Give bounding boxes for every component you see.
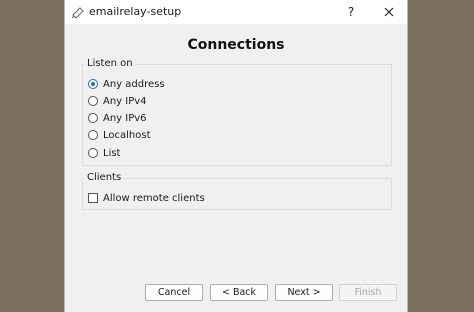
radio-label: List [103,147,121,159]
radio-label: Localhost [103,129,151,141]
finish-button[interactable]: Finish [339,284,397,301]
cancel-button[interactable]: Cancel [145,284,203,301]
radio-button[interactable] [88,130,98,140]
checkbox-label: Allow remote clients [103,192,205,204]
allow-remote-clients-checkbox[interactable]: Allow remote clients [88,191,205,205]
page-title: Connections [187,37,285,53]
next-button[interactable]: Next > [275,284,333,301]
radio-label: Any IPv4 [103,95,147,107]
radio-label: Any IPv6 [103,112,147,124]
radio-label: Any address [103,78,165,90]
app-icon [71,5,85,19]
radio-any-ipv4[interactable]: Any IPv4 [88,94,147,108]
clients-group-label: Clients [85,172,124,183]
help-button[interactable]: ? [341,3,361,21]
radio-any-address[interactable]: Any address [88,77,165,91]
close-button[interactable] [379,3,399,21]
radio-any-ipv6[interactable]: Any IPv6 [88,111,147,125]
title-bar: emailrelay-setup ? [65,0,407,24]
setup-dialog: emailrelay-setup ? Connections Listen on… [64,0,408,312]
window-title: emailrelay-setup [89,5,182,18]
radio-button[interactable] [88,96,98,106]
listen-on-group-label: Listen on [85,58,135,69]
radio-button[interactable] [88,148,98,158]
back-button[interactable]: < Back [210,284,268,301]
checkbox[interactable] [88,193,98,203]
radio-list[interactable]: List [88,146,120,160]
clients-group: Clients Allow remote clients [82,172,392,210]
close-icon [384,7,394,17]
radio-button[interactable] [88,113,98,123]
radio-button[interactable] [88,79,98,89]
listen-on-group: Listen on Any address Any IPv4 Any IPv6 … [82,58,392,166]
radio-localhost[interactable]: Localhost [88,128,151,142]
